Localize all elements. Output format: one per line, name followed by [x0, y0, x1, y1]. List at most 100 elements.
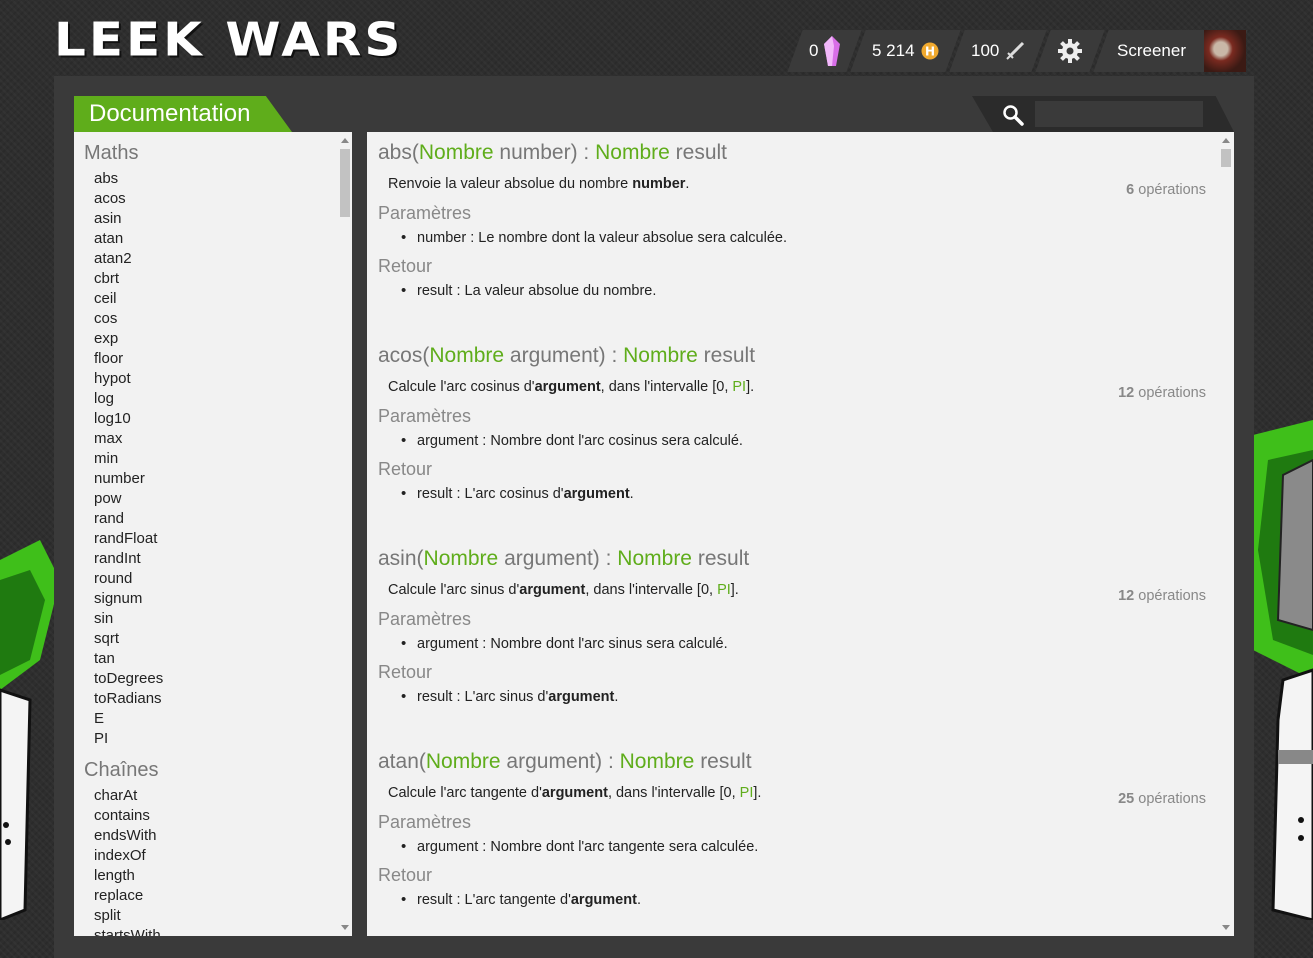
- sidebar-item-asin[interactable]: asin: [94, 209, 352, 229]
- documentation-tab[interactable]: Documentation: [74, 96, 292, 132]
- return-type[interactable]: Nombre: [620, 750, 695, 773]
- function-sidebar: Maths abs acos asin atan atan2 cbrt ceil cos exp…: [74, 132, 352, 936]
- return-type[interactable]: Nombre: [617, 547, 692, 570]
- fights-counter[interactable]: 100: [949, 30, 1048, 72]
- description-param: number: [632, 176, 686, 192]
- sidebar-item-rand[interactable]: rand: [94, 509, 352, 529]
- sidebar-item-number[interactable]: number: [94, 469, 352, 489]
- param-type[interactable]: Nombre: [429, 344, 504, 367]
- sidebar-item-atan2[interactable]: atan2: [94, 249, 352, 269]
- sidebar-item-length[interactable]: length: [94, 866, 352, 886]
- param-type[interactable]: Nombre: [426, 750, 501, 773]
- sidebar-item-pi[interactable]: PI: [94, 729, 352, 749]
- scroll-up-arrow-icon[interactable]: [1222, 138, 1230, 143]
- sidebar-item-indexof[interactable]: indexOf: [94, 846, 352, 866]
- sidebar-item-randfloat[interactable]: randFloat: [94, 529, 352, 549]
- sidebar-item-signum[interactable]: signum: [94, 589, 352, 609]
- description-param: argument: [541, 785, 608, 801]
- return-heading: Retour: [378, 256, 433, 276]
- sidebar-item-todegrees[interactable]: toDegrees: [94, 669, 352, 689]
- description-text: Calcule l'arc cosinus d': [388, 379, 535, 395]
- return-text: result : L'arc sinus d': [417, 689, 549, 705]
- function-name: atan: [378, 750, 419, 773]
- sidebar-item-pow[interactable]: pow: [94, 489, 352, 509]
- return-type[interactable]: Nombre: [623, 344, 698, 367]
- function-signature: acos(Nombre argument) : Nombre result: [378, 344, 756, 367]
- description-text: ].: [746, 379, 755, 395]
- return-item: result : L'arc tangente d'argument.: [401, 891, 641, 908]
- function-description: Calcule l'arc tangente d'argument, dans …: [388, 785, 761, 801]
- sidebar-item-e[interactable]: E: [94, 709, 352, 729]
- sidebar-item-cbrt[interactable]: cbrt: [94, 269, 352, 289]
- sidebar-section-title: Maths: [84, 142, 139, 164]
- scrollbar-thumb[interactable]: [340, 149, 350, 217]
- sidebar-item-ceil[interactable]: ceil: [94, 289, 352, 309]
- function-description: Calcule l'arc sinus d'argument, dans l'i…: [388, 582, 739, 598]
- sidebar-item-contains[interactable]: contains: [94, 806, 352, 826]
- pi-link[interactable]: PI: [717, 582, 731, 598]
- crystals-counter[interactable]: 0: [787, 30, 863, 72]
- operations-count: 25 opérations: [1118, 791, 1206, 807]
- sidebar-item-round[interactable]: round: [94, 569, 352, 589]
- operations-number: 12: [1118, 385, 1135, 401]
- sidebar-scrollbar[interactable]: [338, 132, 352, 936]
- return-item: result : L'arc sinus d'argument.: [401, 688, 618, 705]
- description-text: Calcule l'arc tangente d': [388, 785, 542, 801]
- sidebar-item-sin[interactable]: sin: [94, 609, 352, 629]
- habs-counter[interactable]: 5 214 H: [850, 30, 961, 72]
- description-text: , dans l'intervalle [0,: [585, 582, 718, 598]
- operations-count: 6 opérations: [1126, 182, 1206, 198]
- sidebar-item-min[interactable]: min: [94, 449, 352, 469]
- leekwars-logo[interactable]: LEEK WARS: [54, 16, 403, 64]
- function-doc-abs: abs(Nombre number) : Nombre result Renvo…: [367, 132, 1217, 335]
- scroll-down-arrow-icon[interactable]: [341, 925, 349, 930]
- sidebar-item-max[interactable]: max: [94, 429, 352, 449]
- sidebar-section-maths: Maths abs acos asin atan atan2 cbrt ceil cos exp…: [74, 142, 352, 749]
- sidebar-item-randint[interactable]: randInt: [94, 549, 352, 569]
- param-type[interactable]: Nombre: [419, 141, 494, 164]
- top-bar: 0 5 214 H 100 Screener: [787, 30, 1253, 72]
- sidebar-item-hypot[interactable]: hypot: [94, 369, 352, 389]
- sidebar-item-cos[interactable]: cos: [94, 309, 352, 329]
- scroll-up-arrow-icon[interactable]: [341, 138, 349, 143]
- return-type[interactable]: Nombre: [595, 141, 670, 164]
- sidebar-item-split[interactable]: split: [94, 906, 352, 926]
- function-signature: abs(Nombre number) : Nombre result: [378, 141, 728, 164]
- sidebar-item-log[interactable]: log: [94, 389, 352, 409]
- sidebar-item-acos[interactable]: acos: [94, 189, 352, 209]
- user-menu[interactable]: Screener: [1093, 30, 1249, 72]
- search-icon[interactable]: [1002, 104, 1024, 126]
- return-heading: Retour: [378, 662, 433, 682]
- description-text: , dans l'intervalle [0,: [607, 785, 740, 801]
- sidebar-section-title: Chaînes: [84, 759, 159, 781]
- sidebar-item-atan[interactable]: atan: [94, 229, 352, 249]
- scroll-down-arrow-icon[interactable]: [1222, 925, 1230, 930]
- sidebar-item-sqrt[interactable]: sqrt: [94, 629, 352, 649]
- content-scrollbar[interactable]: [1218, 132, 1234, 936]
- sidebar-item-floor[interactable]: floor: [94, 349, 352, 369]
- search-input[interactable]: [1035, 101, 1203, 127]
- description-text: ].: [753, 785, 762, 801]
- return-item: result : La valeur absolue du nombre.: [401, 282, 656, 299]
- function-name: asin: [378, 547, 417, 570]
- sidebar-item-log10[interactable]: log10: [94, 409, 352, 429]
- parameter-item: argument : Nombre dont l'arc sinus sera …: [401, 635, 728, 652]
- sidebar-item-charat[interactable]: charAt: [94, 786, 352, 806]
- sidebar-item-endswith[interactable]: endsWith: [94, 826, 352, 846]
- pi-link[interactable]: PI: [732, 379, 746, 395]
- operations-count: 12 opérations: [1118, 385, 1206, 401]
- sidebar-item-replace[interactable]: replace: [94, 886, 352, 906]
- function-signature: asin(Nombre argument) : Nombre result: [378, 547, 750, 570]
- sidebar-item-toradians[interactable]: toRadians: [94, 689, 352, 709]
- return-name: result: [675, 141, 728, 164]
- avatar[interactable]: [1204, 30, 1247, 72]
- sidebar-item-exp[interactable]: exp: [94, 329, 352, 349]
- param-type[interactable]: Nombre: [424, 547, 499, 570]
- documentation-content: abs(Nombre number) : Nombre result Renvo…: [367, 132, 1234, 936]
- scrollbar-thumb[interactable]: [1221, 149, 1231, 167]
- function-doc-asin: asin(Nombre argument) : Nombre result Ca…: [367, 538, 1217, 741]
- sidebar-item-startswith[interactable]: startsWith: [94, 926, 352, 936]
- pi-link[interactable]: PI: [740, 785, 754, 801]
- sidebar-item-abs[interactable]: abs: [94, 169, 352, 189]
- sidebar-item-tan[interactable]: tan: [94, 649, 352, 669]
